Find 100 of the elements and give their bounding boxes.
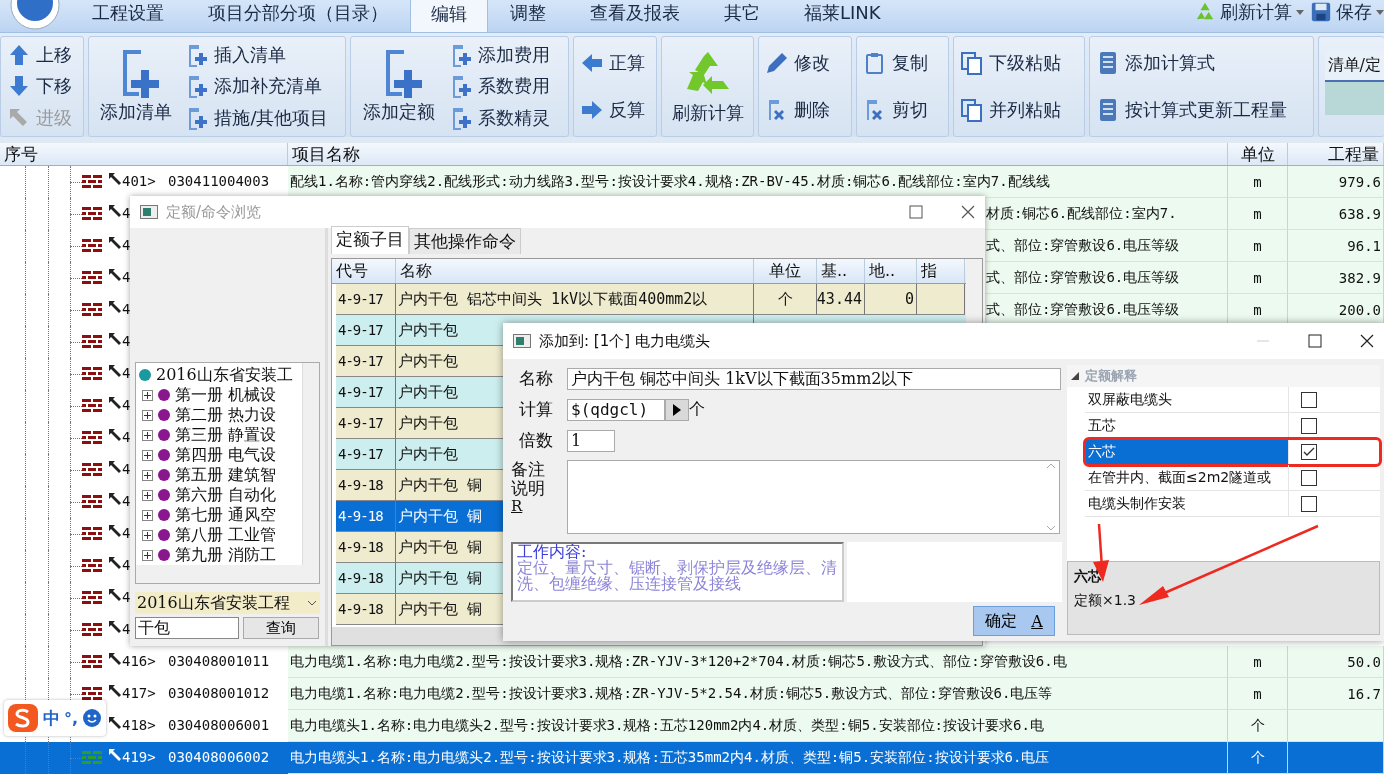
checkbox[interactable] [1301,391,1317,408]
scrollbar[interactable] [136,565,319,583]
ribbon-button[interactable]: 上移 [7,39,77,71]
row-number: 4 [122,589,131,605]
ribbon-button[interactable]: 下移 [7,70,77,103]
ribbon-button[interactable]: 反算 [580,86,650,134]
menu-tab[interactable]: 其它 [702,0,782,32]
quick-action-button[interactable]: 刷新计算 [1194,0,1304,24]
tree-item[interactable]: 第八册 工业管 [138,525,319,545]
tab[interactable]: 定额子目 [331,226,409,254]
tree-item[interactable]: 2016山东省安装工 [138,365,319,385]
play-button[interactable] [665,398,689,421]
formula-field[interactable]: $(qdgcl) [567,398,665,421]
input-method-toolbar[interactable]: 中 °, [4,700,107,736]
input-mode-label[interactable]: 中 [43,706,60,730]
caret-icon[interactable] [1296,9,1304,15]
brick-icon [82,655,102,669]
pencil-icon [765,50,790,75]
ribbon-button[interactable]: 复制 [862,39,943,87]
option-row[interactable]: 在管井内、截面≤2m2隧道或 [1085,465,1380,491]
column-header[interactable]: 单位 [754,259,817,283]
option-row[interactable]: 双屏蔽电缆头 [1085,387,1380,413]
expander-icon[interactable] [142,469,153,481]
option-row[interactable]: 电缆头制作安装 [1085,491,1380,517]
arrow-icon [108,716,122,730]
expander-icon[interactable] [142,549,153,561]
scrollbar[interactable] [302,363,319,565]
table-cell: 16.7 [1288,678,1384,710]
ribbon-button[interactable]: 措施/其他项目 [185,102,340,134]
checkbox[interactable] [1301,495,1317,512]
library-dropdown[interactable]: 2016山东省安装工程 [135,592,320,614]
tree-item[interactable]: 第一册 机械设 [138,385,319,405]
ribbon-button[interactable]: 正算 [580,39,650,87]
column-header[interactable]: 名称 [396,259,754,283]
expander-icon[interactable] [142,389,153,401]
collapse-icon[interactable] [1071,372,1079,380]
menu-tab[interactable]: 调整 [488,0,568,32]
window-icon [140,205,158,219]
tree-item[interactable]: 第七册 通风空 [138,505,319,525]
search-field[interactable]: 干包 [135,617,239,639]
multiplier-field[interactable]: 1 [567,429,615,452]
expander-icon[interactable] [142,509,153,521]
tree-item[interactable]: 第二册 热力设 [138,405,319,425]
ribbon-button[interactable]: 插入清单 [185,39,340,71]
checkbox[interactable] [1301,469,1317,486]
input-method-logo-icon [7,703,39,733]
column-header[interactable]: 工程量 [1288,143,1384,165]
menu-tab[interactable]: 查看及报表 [568,0,702,32]
expander-icon[interactable] [142,409,153,421]
ok-button[interactable]: 确定 A [973,606,1055,636]
column-header[interactable]: 地.. [865,259,917,283]
brick-icon [82,303,102,317]
ribbon-button[interactable]: 下级粘贴 [960,39,1078,87]
ribbon-button[interactable]: 系数费用 [449,70,563,103]
expander-icon[interactable] [142,529,153,541]
tab[interactable]: 其他操作命令 [409,228,521,254]
expander-icon[interactable] [142,449,153,461]
punctuation-mode-label[interactable]: °, [64,708,79,728]
column-header[interactable]: 序号 [0,143,288,165]
column-header[interactable]: 指 [917,259,965,283]
close-icon[interactable] [961,205,975,219]
column-header[interactable]: 单位 [1228,143,1288,165]
checkbox[interactable] [1301,417,1317,434]
name-field[interactable]: 户内干包 铜芯中间头 1kV以下截面35mm2以下 [567,367,1061,390]
caret-icon[interactable] [1376,9,1384,15]
maximize-icon[interactable] [1308,334,1322,348]
smiley-icon[interactable] [82,708,103,728]
tree-item[interactable]: 第四册 电气设 [138,445,319,465]
expander-icon[interactable] [142,429,153,441]
column-header[interactable]: 代号 [332,259,396,283]
expander-icon[interactable] [142,489,153,501]
tree-item[interactable]: 第六册 自动化 [138,485,319,505]
menu-tab[interactable]: 项目分部分项（目录） [186,0,410,32]
ribbon-button[interactable]: 修改 [765,39,845,87]
option-row[interactable]: 五芯 [1085,413,1380,439]
ribbon-button[interactable]: 添加计算式 [1095,39,1307,87]
column-header[interactable]: 基.. [817,259,865,283]
menu-tab[interactable]: 福莱LINK [782,0,903,32]
ribbon-button[interactable]: 添加补充清单 [185,70,340,103]
ribbon-button[interactable]: 添加费用 [449,39,563,71]
ribbon-button[interactable]: 添加清单 [94,39,178,134]
ribbon-button[interactable]: 删除 [765,86,845,134]
ribbon-button[interactable]: 并列粘贴 [960,86,1078,134]
quick-action-button[interactable]: 保存 [1310,0,1384,24]
close-icon[interactable] [1360,334,1374,348]
ribbon-button[interactable]: 添加定额 [357,39,442,134]
ribbon-button[interactable]: 系数精灵 [449,102,563,134]
row-number: 4 [122,397,131,413]
tree-item[interactable]: 第三册 静置设 [138,425,319,445]
ribbon-button[interactable]: 剪切 [862,86,943,134]
logo-icon[interactable] [10,0,60,30]
checkbox[interactable] [1301,443,1317,460]
tree-item[interactable]: 第五册 建筑智 [138,465,319,485]
search-button[interactable]: 查询 [243,617,319,639]
column-header[interactable]: 项目名称 [288,143,1228,165]
row-number: 401> [122,173,156,189]
ribbon-button[interactable]: 按计算式更新工程量 [1095,86,1307,134]
tree-item[interactable]: 第九册 消防工 [138,545,319,565]
menu-tab[interactable]: 工程设置 [70,0,186,32]
menu-tab[interactable]: 编辑 [410,0,488,32]
